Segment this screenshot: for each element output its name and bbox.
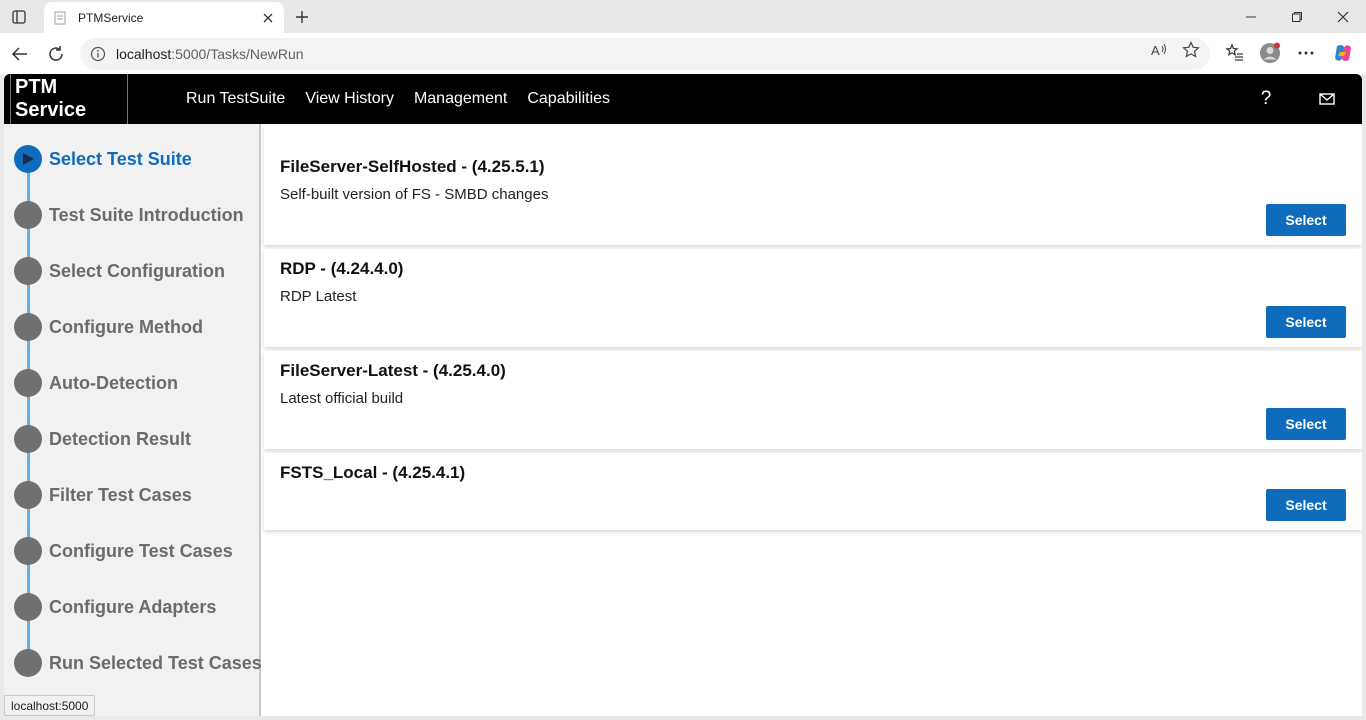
link-status-bar: localhost:5000 <box>4 695 96 716</box>
brand-logo[interactable]: PTM Service <box>10 74 128 124</box>
step-dot-icon <box>14 257 42 285</box>
more-options-icon[interactable] <box>1295 42 1317 64</box>
step-label: Detection Result <box>49 428 192 449</box>
step-filter-test-cases[interactable]: Filter Test Cases <box>14 480 192 510</box>
mail-icon[interactable] <box>1318 89 1336 109</box>
step-label: Configure Adapters <box>49 596 217 617</box>
address-bar[interactable]: localhost:5000/Tasks/NewRun <box>80 38 1210 70</box>
browser-toolbar: localhost:5000/Tasks/NewRun A <box>0 33 1366 74</box>
close-tab-icon[interactable] <box>260 10 276 26</box>
select-suite-button[interactable]: Select <box>1266 204 1346 236</box>
step-dot-icon <box>14 201 42 229</box>
step-label: Configure Method <box>49 316 203 337</box>
step-run-selected-test-cases[interactable]: Run Selected Test Cases <box>14 648 262 678</box>
favorite-star-icon[interactable] <box>1182 41 1200 59</box>
minimize-icon[interactable] <box>1240 6 1262 28</box>
close-window-icon[interactable] <box>1332 6 1354 28</box>
favorites-icon[interactable] <box>1224 42 1246 64</box>
app-header: PTM Service Run TestSuite View History M… <box>4 74 1362 124</box>
step-detection-result[interactable]: Detection Result <box>14 424 191 454</box>
step-dot-icon <box>14 481 42 509</box>
suite-card: FileServer-SelfHosted - (4.25.5.1) Self-… <box>264 124 1362 245</box>
page-favicon-icon <box>52 10 68 26</box>
step-dot-icon <box>14 537 42 565</box>
suite-card: FileServer-Latest - (4.25.4.0) Latest of… <box>264 351 1362 449</box>
suite-title: FileServer-Latest - (4.25.4.0) <box>280 361 506 380</box>
step-configure-test-cases[interactable]: Configure Test Cases <box>14 536 233 566</box>
select-suite-button[interactable]: Select <box>1266 306 1346 338</box>
suite-description: Self-built version of FS - SMBD changes <box>280 186 549 203</box>
step-dot-icon <box>14 313 42 341</box>
main-nav: Run TestSuite View History Management Ca… <box>186 74 630 124</box>
step-select-configuration[interactable]: Select Configuration <box>14 256 225 286</box>
step-configure-adapters[interactable]: Configure Adapters <box>14 592 216 622</box>
url-host: localhost <box>116 46 172 62</box>
step-label: Select Test Suite <box>49 148 192 169</box>
step-test-suite-introduction[interactable]: Test Suite Introduction <box>14 200 244 230</box>
suite-card: FSTS_Local - (4.25.4.1) Select <box>264 453 1362 530</box>
tab-actions-icon[interactable] <box>8 6 30 28</box>
nav-management[interactable]: Management <box>414 90 507 108</box>
svg-text:A: A <box>1151 43 1160 58</box>
site-info-icon[interactable] <box>90 46 106 62</box>
new-tab-icon[interactable] <box>291 6 313 28</box>
back-icon[interactable] <box>8 42 32 66</box>
wizard-steps-sidebar: Select Test Suite Test Suite Introductio… <box>4 124 262 716</box>
step-dot-icon <box>14 369 42 397</box>
suite-card: RDP - (4.24.4.0) RDP Latest Select <box>264 249 1362 347</box>
step-label: Select Configuration <box>49 260 226 281</box>
step-select-test-suite[interactable]: Select Test Suite <box>14 144 192 174</box>
read-aloud-icon[interactable]: A <box>1150 41 1168 59</box>
test-suite-list: FileServer-SelfHosted - (4.25.5.1) Self-… <box>264 124 1362 716</box>
step-label: Configure Test Cases <box>49 540 233 561</box>
steps-connector-line <box>27 158 30 662</box>
url-path: :5000/Tasks/NewRun <box>171 46 304 62</box>
suite-title: FileServer-SelfHosted - (4.25.5.1) <box>280 157 545 176</box>
step-auto-detection[interactable]: Auto-Detection <box>14 368 178 398</box>
step-label: Test Suite Introduction <box>49 204 244 225</box>
nav-view-history[interactable]: View History <box>305 90 394 108</box>
suite-title: FSTS_Local - (4.25.4.1) <box>280 463 466 482</box>
step-label: Run Selected Test Cases <box>49 652 262 673</box>
step-dot-icon <box>14 593 42 621</box>
copilot-icon[interactable] <box>1332 42 1354 64</box>
nav-run-testsuite[interactable]: Run TestSuite <box>186 90 285 108</box>
suite-title: RDP - (4.24.4.0) <box>280 259 404 278</box>
step-configure-method[interactable]: Configure Method <box>14 312 203 342</box>
select-suite-button[interactable]: Select <box>1266 408 1346 440</box>
profile-avatar-icon[interactable] <box>1259 42 1281 64</box>
step-label: Filter Test Cases <box>49 484 192 505</box>
suite-description: Latest official build <box>280 390 404 407</box>
help-icon[interactable]: ? <box>1256 88 1276 110</box>
nav-capabilities[interactable]: Capabilities <box>527 90 610 108</box>
step-label: Auto-Detection <box>49 372 178 393</box>
step-dot-icon <box>14 649 42 677</box>
browser-tab-bar: PTMService <box>0 0 1366 33</box>
suite-description: RDP Latest <box>280 288 357 305</box>
restore-icon[interactable] <box>1286 6 1308 28</box>
select-suite-button[interactable]: Select <box>1266 489 1346 521</box>
step-dot-icon <box>14 425 42 453</box>
tab-title: PTMService <box>78 10 144 25</box>
page-viewport: PTM Service Run TestSuite View History M… <box>4 74 1362 716</box>
refresh-icon[interactable] <box>44 42 68 66</box>
url-text: localhost:5000/Tasks/NewRun <box>116 46 304 62</box>
step-current-icon <box>14 145 42 173</box>
browser-tab[interactable]: PTMService <box>44 2 284 33</box>
